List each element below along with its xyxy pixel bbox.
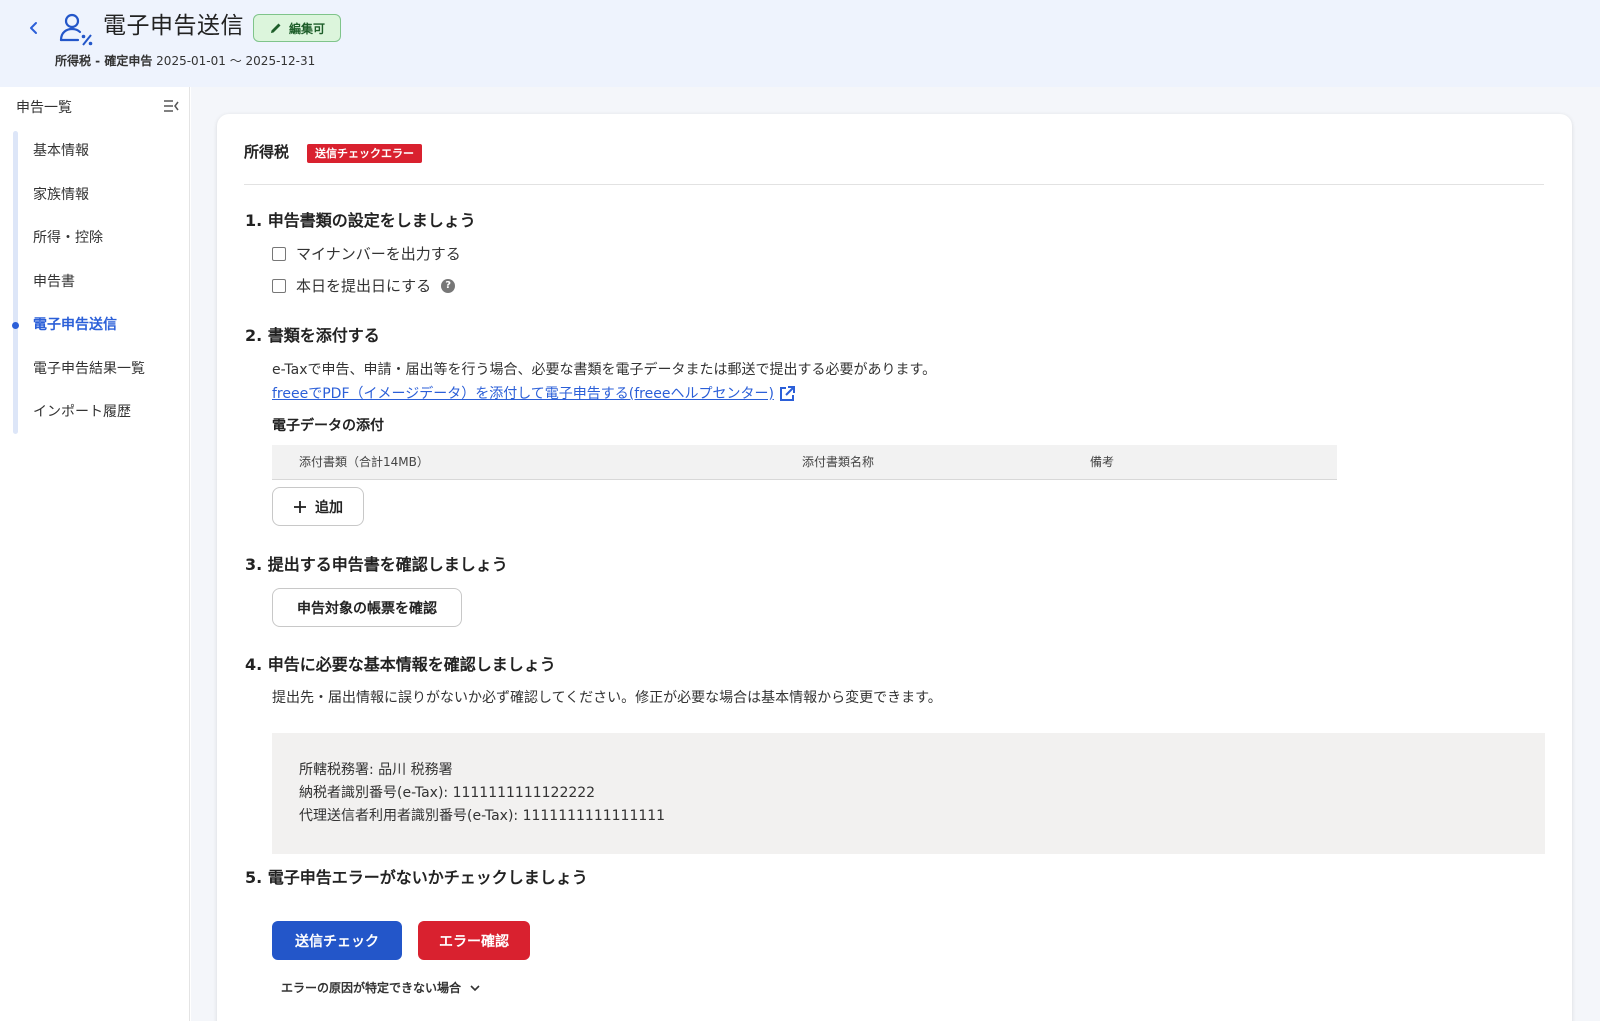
- error-cause-expander[interactable]: エラーの原因が特定できない場合: [281, 979, 481, 997]
- page-subtitle: 所得税 - 確定申告 2025-01-01 ～ 2025-12-31: [55, 52, 315, 70]
- edit-status-badge: 編集可: [253, 14, 341, 42]
- basic-info-description: 提出先・届出情報に誤りがないか必ず確認してください。修正が必要な場合は基本情報か…: [272, 690, 942, 706]
- confirm-forms-label: 申告対象の帳票を確認: [297, 600, 437, 617]
- edit-badge-label: 編集可: [288, 21, 325, 36]
- mynumber-checkbox[interactable]: [272, 247, 286, 261]
- divider: [244, 184, 1544, 185]
- error-status-badge: 送信チェックエラー: [307, 144, 422, 163]
- column-remarks: 備考: [1090, 455, 1115, 469]
- chevron-down-icon: [470, 985, 480, 992]
- pencil-icon: [270, 23, 281, 33]
- section-5-title: 5. 電子申告エラーがないかチェックしましょう: [245, 868, 588, 887]
- help-center-link-label: freeeでPDF（イメージデータ）を添付して電子申告する(freeeヘルプセン…: [272, 386, 774, 402]
- sidebar: 申告一覧 基本情報 家族情報 所得・控除 申告書 電子申告送信 電子申告結果一覧…: [0, 87, 190, 1021]
- sidebar-item-tax-return[interactable]: 申告書: [33, 271, 75, 293]
- mynumber-checkbox-row[interactable]: マイナンバーを出力する: [272, 243, 461, 265]
- help-icon[interactable]: ?: [441, 279, 456, 293]
- attachment-description: e-Taxで申告、申請・届出等を行う場合、必要な書類を電子データまたは郵送で提出…: [272, 362, 937, 378]
- sidebar-item-import-history[interactable]: インポート履歴: [33, 401, 131, 423]
- add-button-label: 追加: [315, 499, 343, 516]
- add-attachment-button[interactable]: 追加: [272, 487, 364, 526]
- taxpayer-id: 納税者識別番号(e-Tax): 1111111111122222: [299, 785, 596, 801]
- sidebar-item-basic-info[interactable]: 基本情報: [33, 140, 89, 162]
- mynumber-checkbox-label: マイナンバーを出力する: [296, 245, 461, 263]
- sidebar-rail: [13, 131, 18, 434]
- card-title: 所得税: [244, 143, 290, 161]
- sidebar-item-income-deduction[interactable]: 所得・控除: [33, 227, 103, 249]
- electronic-attachment-heading: 電子データの添付: [272, 418, 384, 434]
- today-checkbox[interactable]: [272, 279, 286, 293]
- page-title: 電子申告送信: [103, 13, 244, 39]
- person-tax-icon: [59, 13, 93, 46]
- collapse-sidebar-icon[interactable]: [163, 99, 179, 113]
- plus-icon: [294, 500, 306, 513]
- today-checkbox-row[interactable]: 本日を提出日にする ?: [272, 275, 456, 297]
- page-header: 電子申告送信 編集可 所得税 - 確定申告 2025-01-01 ～ 2025-…: [0, 0, 1600, 87]
- help-center-link[interactable]: freeeでPDF（イメージデータ）を添付して電子申告する(freeeヘルプセン…: [272, 383, 796, 405]
- chevron-left-icon: [30, 22, 37, 34]
- active-indicator-dot: [12, 322, 19, 329]
- back-button[interactable]: [22, 16, 46, 40]
- column-attachment: 添付書類（合計14MB）: [299, 455, 429, 469]
- confirm-forms-button[interactable]: 申告対象の帳票を確認: [272, 588, 462, 627]
- agent-user-id: 代理送信者利用者識別番号(e-Tax): 1111111111111111: [299, 808, 666, 824]
- section-3-title: 3. 提出する申告書を確認しましょう: [245, 555, 508, 574]
- sidebar-heading: 申告一覧: [16, 100, 72, 116]
- section-4-title: 4. 申告に必要な基本情報を確認しましょう: [245, 655, 556, 674]
- subtitle-period: 2025-01-01 ～ 2025-12-31: [156, 54, 316, 68]
- external-link-icon: [779, 386, 795, 401]
- section-2-title: 2. 書類を添付する: [245, 326, 380, 345]
- column-attachment-name: 添付書類名称: [802, 455, 875, 469]
- send-check-button[interactable]: 送信チェック: [272, 921, 402, 960]
- section-1-title: 1. 申告書類の設定をしましょう: [245, 211, 476, 230]
- income-tax-card: 所得税 送信チェックエラー 1. 申告書類の設定をしましょう マイナンバーを出力…: [217, 114, 1572, 1021]
- subtitle-tax-type: 所得税 - 確定申告: [55, 54, 153, 68]
- basic-info-box: 所轄税務署: 品川 税務署 納税者識別番号(e-Tax): 1111111111…: [272, 733, 1545, 854]
- error-cause-label: エラーの原因が特定できない場合: [281, 981, 462, 995]
- sidebar-item-e-filing[interactable]: 電子申告送信: [33, 314, 117, 336]
- tax-office: 所轄税務署: 品川 税務署: [299, 762, 453, 778]
- attachment-table-header: 添付書類（合計14MB） 添付書類名称 備考: [272, 445, 1337, 480]
- today-checkbox-label: 本日を提出日にする: [296, 277, 432, 295]
- error-confirm-button[interactable]: エラー確認: [418, 921, 530, 960]
- sidebar-item-family-info[interactable]: 家族情報: [33, 184, 89, 206]
- sidebar-item-e-filing-results[interactable]: 電子申告結果一覧: [33, 358, 145, 380]
